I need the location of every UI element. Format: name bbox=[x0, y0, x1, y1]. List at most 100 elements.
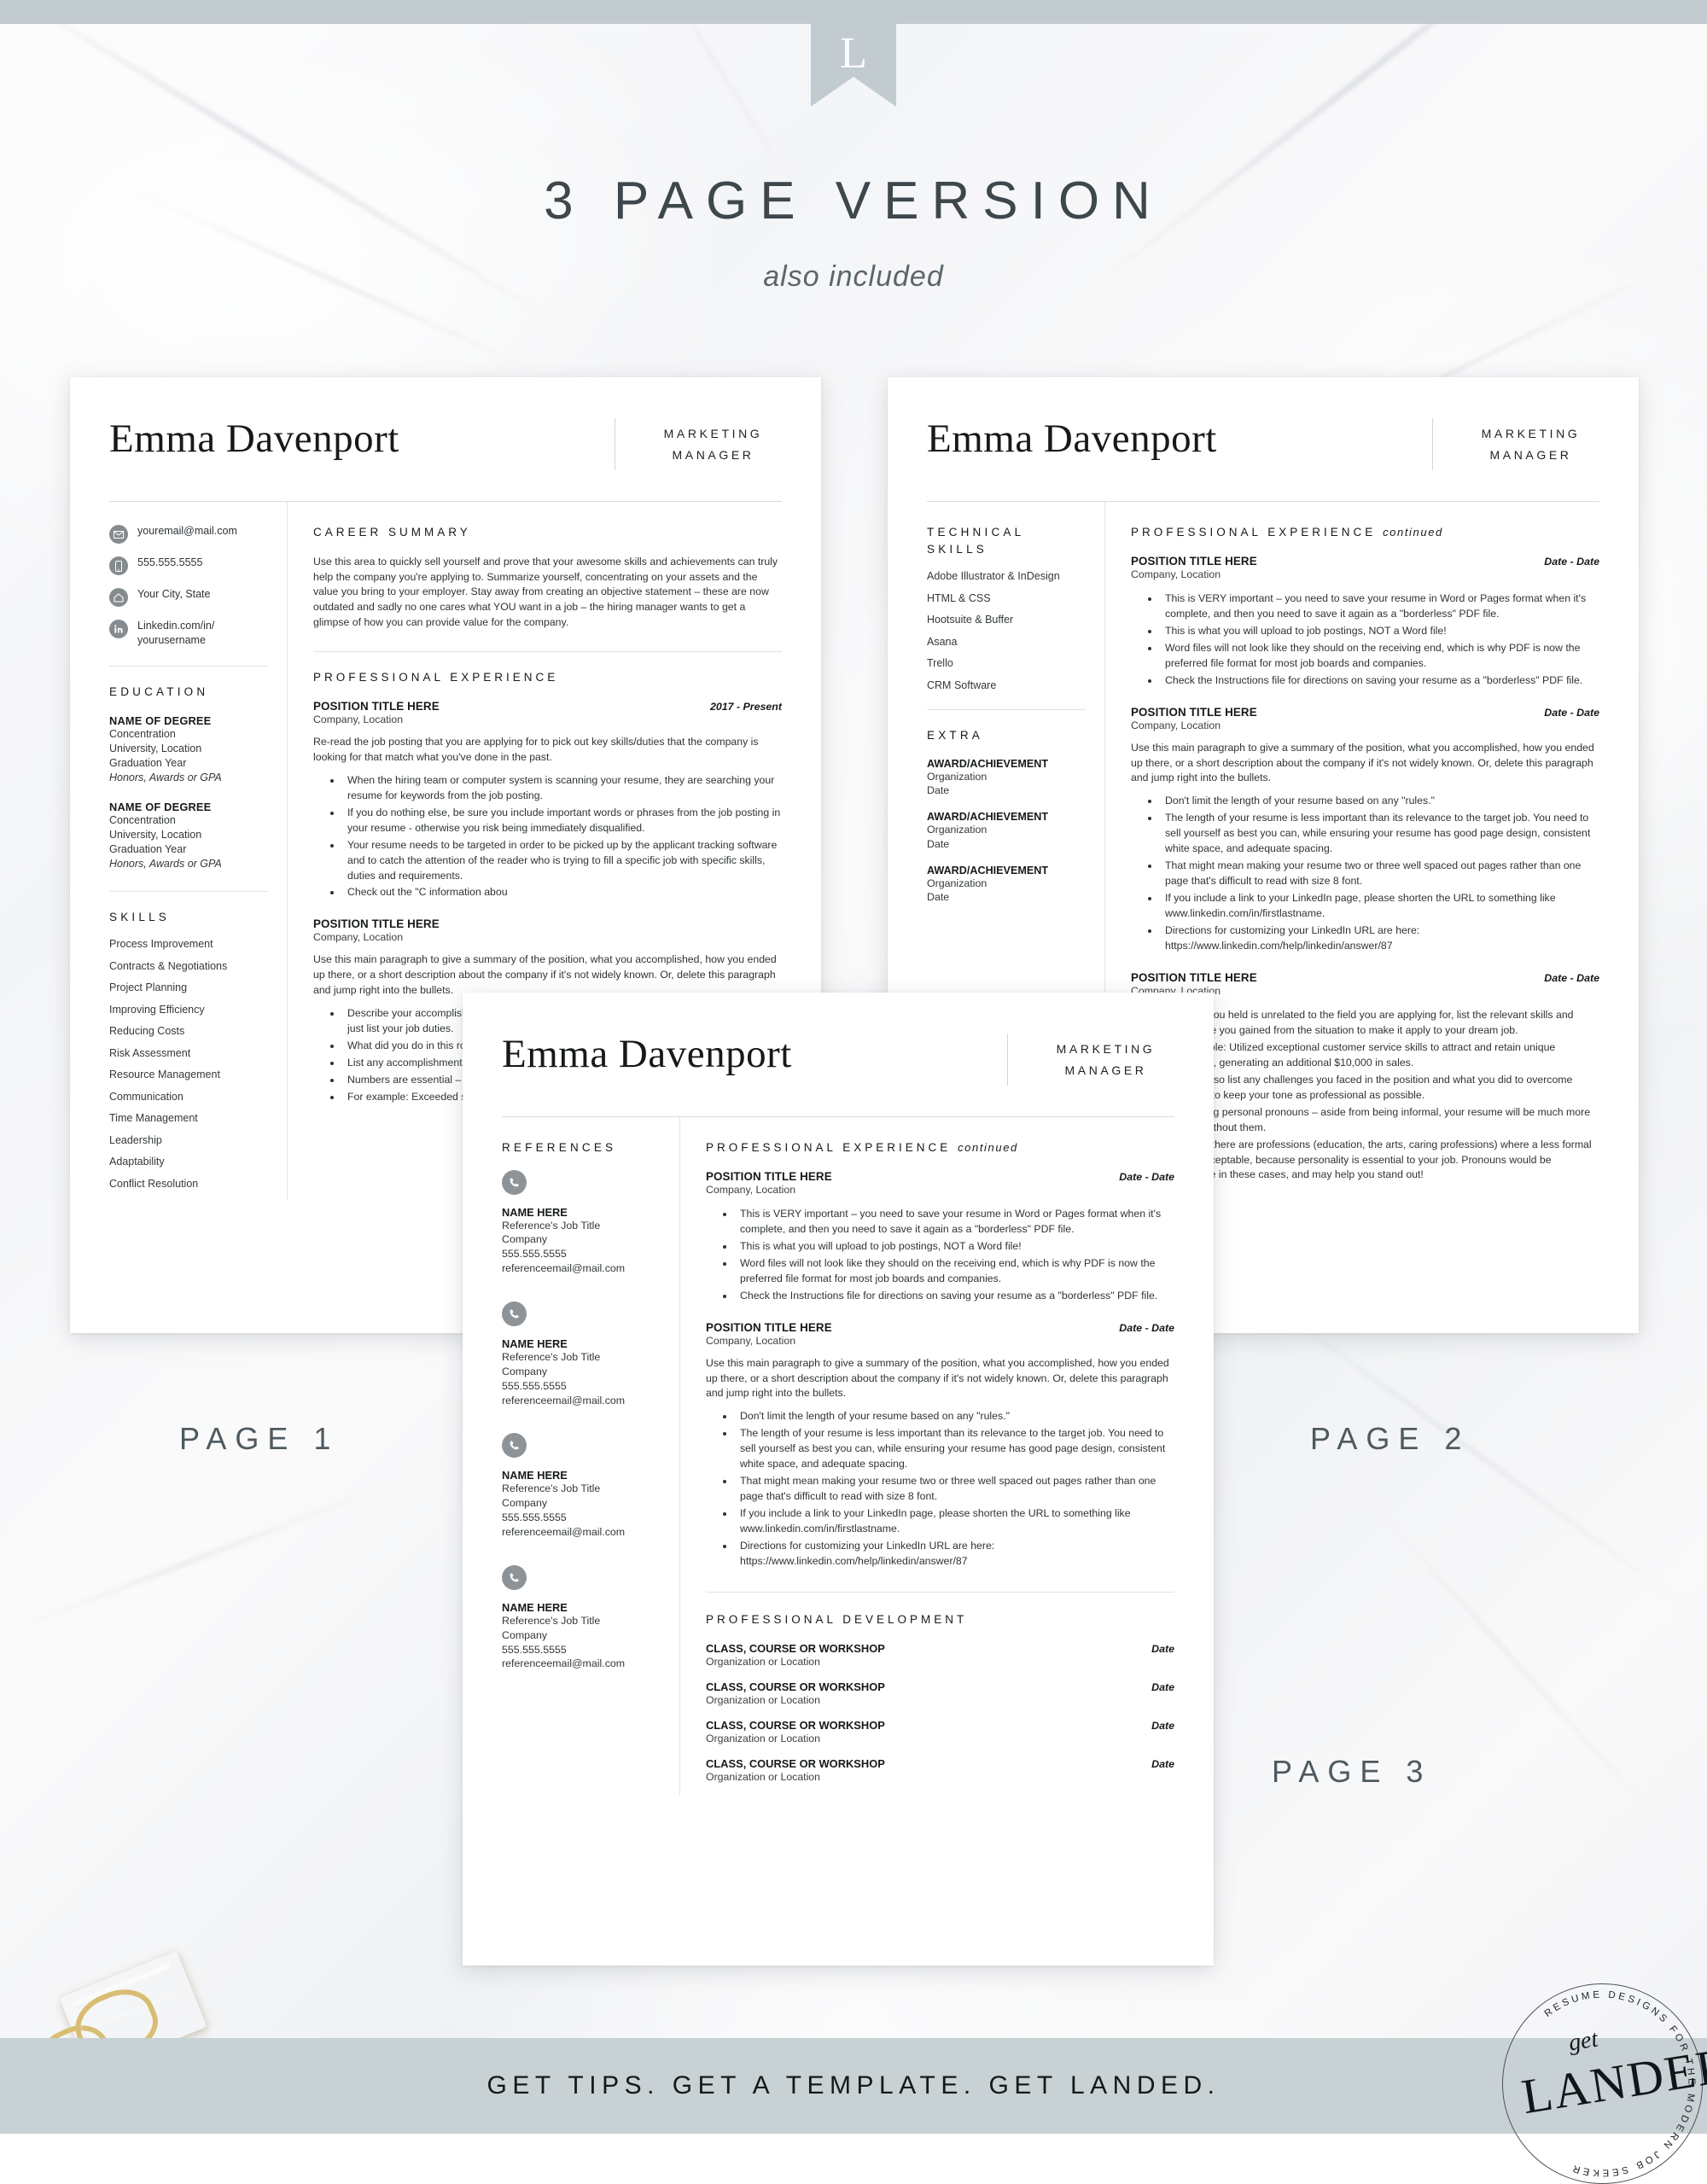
development-org: Organization or Location bbox=[706, 1770, 820, 1783]
development-org: Organization or Location bbox=[706, 1732, 820, 1744]
position-bullets: Don't limit the length of your resume ba… bbox=[1131, 794, 1599, 954]
bullet-item: That might mean making your resume two o… bbox=[735, 1474, 1174, 1505]
development-heading: PROFESSIONAL DEVELOPMENT bbox=[706, 1612, 968, 1626]
section-divider bbox=[706, 1591, 1174, 1593]
contact-email[interactable]: youremail@mail.com bbox=[109, 524, 268, 544]
position-title: POSITION TITLE HERE bbox=[1131, 554, 1257, 568]
contact-list: youremail@mail.com 555.555.5555 Your Cit… bbox=[109, 524, 268, 647]
development-name: CLASS, COURSE OR WORKSHOP bbox=[706, 1641, 885, 1655]
position-header: POSITION TITLE HERE bbox=[313, 917, 782, 930]
reference-entry: NAME HERE Reference's Job Title Company … bbox=[502, 1564, 661, 1671]
phone-icon bbox=[109, 556, 128, 575]
position-bullets: When the hiring team or computer system … bbox=[313, 773, 782, 901]
marble-vein bbox=[1086, 0, 1697, 294]
job-title-line-2: MANAGER bbox=[1489, 447, 1572, 462]
reference-company: Company bbox=[502, 1628, 548, 1641]
contact-phone[interactable]: 555.555.5555 bbox=[109, 556, 268, 575]
job-title-line-1: MARKETING bbox=[1056, 1042, 1156, 1056]
phone-icon bbox=[502, 1169, 527, 1195]
degree-name: NAME OF DEGREE bbox=[109, 713, 212, 727]
career-summary-heading: CAREER SUMMARY bbox=[313, 526, 471, 539]
contact-location[interactable]: Your City, State bbox=[109, 587, 268, 607]
reference-email: referenceemail@mail.com bbox=[502, 1526, 626, 1539]
position-block: POSITION TITLE HERE Date - Date Company,… bbox=[706, 1321, 1174, 1570]
position-company: Company, Location bbox=[1131, 568, 1221, 580]
resume-name: Emma Davenport bbox=[109, 416, 399, 461]
development-info: CLASS, COURSE OR WORKSHOP Organization o… bbox=[706, 1680, 885, 1706]
development-info: CLASS, COURSE OR WORKSHOP Organization o… bbox=[706, 1642, 885, 1668]
contact-linkedin[interactable]: Linkedin.com/in/yourusername bbox=[109, 619, 268, 647]
page-title: 3 PAGE VERSION bbox=[544, 172, 1163, 230]
skill-item: Contracts & Negotiations bbox=[109, 959, 228, 972]
reference-name: NAME HERE bbox=[502, 1205, 568, 1219]
contact-location-text: Your City, State bbox=[137, 588, 211, 600]
career-summary-text: Use this area to quickly sell yourself a… bbox=[313, 555, 778, 629]
bullet-item: This is what you will upload to job post… bbox=[735, 1239, 1174, 1255]
contact-linkedin-text: Linkedin.com/in/yourusername bbox=[137, 620, 215, 646]
bullet-item: Check the Instructions file for directio… bbox=[735, 1289, 1174, 1304]
bullet-item: This is VERY important – you need to sav… bbox=[735, 1207, 1174, 1238]
experience-heading: PROFESSIONAL EXPERIENCE bbox=[313, 671, 559, 684]
skill-item: Resource Management bbox=[109, 1069, 220, 1081]
reference-entry: NAME HERE Reference's Job Title Company … bbox=[502, 1433, 661, 1539]
reference-phone: 555.555.5555 bbox=[502, 1643, 567, 1656]
phone-icon bbox=[502, 1433, 527, 1459]
bullet-item: You can also list any challenges you fac… bbox=[1160, 1073, 1599, 1104]
skill-item: Leadership bbox=[109, 1133, 162, 1146]
marble-vein bbox=[0, 1474, 413, 1638]
bullet-item: This is what you will upload to job post… bbox=[1160, 624, 1599, 639]
reference-job-title: Reference's Job Title bbox=[502, 1351, 601, 1363]
award-date: Date bbox=[927, 891, 950, 904]
bullet-item: If you include a link to your LinkedIn p… bbox=[735, 1506, 1174, 1537]
footer-tagline: GET TIPS. GET A TEMPLATE. GET LANDED. bbox=[486, 2071, 1221, 2100]
tech-skills-line-1: TECHNICAL bbox=[927, 526, 1025, 539]
resume-job-title: MARKETING MANAGER bbox=[1007, 1034, 1174, 1086]
reference-job-title: Reference's Job Title bbox=[502, 1482, 601, 1495]
position-company: Company, Location bbox=[706, 1183, 796, 1196]
resume-name: Emma Davenport bbox=[927, 416, 1217, 461]
technical-skills-heading: TECHNICAL SKILLS bbox=[927, 524, 1086, 557]
position-title: POSITION TITLE HERE bbox=[313, 917, 440, 931]
resume-body: REFERENCES NAME HERE Reference's Job Tit… bbox=[463, 1117, 1214, 1796]
tech-skill-item: CRM Software bbox=[927, 678, 997, 691]
resume-job-title: MARKETING MANAGER bbox=[615, 418, 782, 470]
phone-icon bbox=[502, 1564, 527, 1590]
position-block: POSITION TITLE HERE Date - Date Company,… bbox=[706, 1170, 1174, 1304]
position-date: Date - Date bbox=[1119, 1170, 1174, 1183]
bullet-item: That might mean making your resume two o… bbox=[1160, 859, 1599, 889]
degree-university: University, Location bbox=[109, 742, 202, 754]
award-date: Date bbox=[927, 784, 950, 797]
tech-skill-item: Hootsuite & Buffer bbox=[927, 614, 1014, 626]
award-organization: Organization bbox=[927, 824, 987, 836]
degree-concentration: Concentration bbox=[109, 813, 176, 826]
development-date: Date bbox=[1151, 1719, 1174, 1732]
position-header: POSITION TITLE HERE Date - Date bbox=[1131, 971, 1599, 984]
reference-company: Company bbox=[502, 1365, 548, 1377]
resume-page-3[interactable]: Emma Davenport MARKETING MANAGER REFEREN… bbox=[463, 993, 1214, 1966]
position-date: Date - Date bbox=[1544, 555, 1599, 568]
references-heading: REFERENCES bbox=[502, 1141, 617, 1154]
job-title-line-2: MANAGER bbox=[1064, 1063, 1147, 1077]
bullet-item: Directions for customizing your LinkedIn… bbox=[735, 1539, 1174, 1570]
tech-skill-item: Adobe Illustrator & InDesign bbox=[927, 570, 1060, 583]
skill-item: Improving Efficiency bbox=[109, 1003, 205, 1016]
position-bullets: This is VERY important – you need to sav… bbox=[1131, 591, 1599, 689]
sidebar-divider bbox=[927, 709, 1086, 711]
position-header: POSITION TITLE HERE Date - Date bbox=[1131, 555, 1599, 568]
position-company: Company, Location bbox=[313, 931, 404, 944]
reference-company: Company bbox=[502, 1233, 548, 1246]
award-entry: AWARD/ACHIEVEMENT Organization Date bbox=[927, 865, 1086, 905]
development-name: CLASS, COURSE OR WORKSHOP bbox=[706, 1756, 885, 1770]
position-header: POSITION TITLE HERE Date - Date bbox=[706, 1170, 1174, 1183]
award-organization: Organization bbox=[927, 877, 987, 889]
position-header: POSITION TITLE HERE 2017 - Present bbox=[313, 700, 782, 713]
position-date: 2017 - Present bbox=[709, 700, 782, 713]
reference-name: NAME HERE bbox=[502, 1600, 568, 1614]
page-2-label: PAGE 2 bbox=[1310, 1421, 1471, 1456]
brand-logo-letter: L bbox=[840, 29, 867, 78]
resume-header: Emma Davenport MARKETING MANAGER bbox=[888, 377, 1639, 470]
position-block: POSITION TITLE HERE 2017 - Present Compa… bbox=[313, 700, 782, 901]
sidebar-divider bbox=[109, 666, 268, 667]
position-title: POSITION TITLE HERE bbox=[313, 699, 440, 713]
linkedin-icon bbox=[109, 620, 128, 638]
